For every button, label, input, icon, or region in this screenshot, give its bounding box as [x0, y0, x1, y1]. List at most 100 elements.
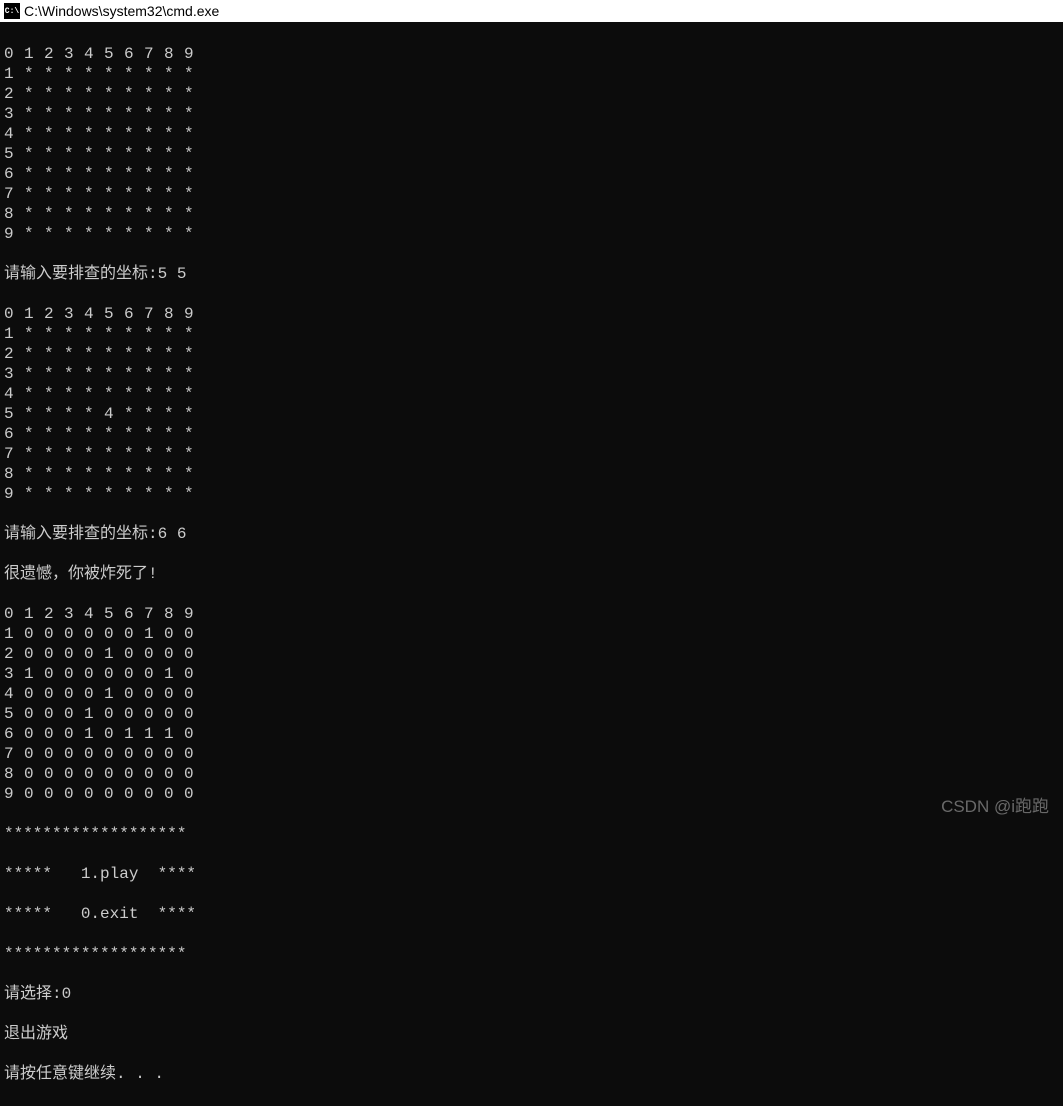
grid-cell: * — [124, 444, 144, 464]
grid-cell: 6 — [124, 44, 144, 64]
grid-cell: * — [104, 384, 124, 404]
grid-cell: 0 — [44, 684, 64, 704]
grid-cell: 0 — [24, 704, 44, 724]
grid-row: 2000010000 — [4, 644, 1059, 664]
grid-cell: * — [164, 364, 184, 384]
gameover-message: 很遗憾，你被炸死了! — [4, 564, 1059, 584]
grid-cell: 0 — [164, 744, 184, 764]
grid-cell: * — [124, 484, 144, 504]
grid-cell: * — [104, 144, 124, 164]
grid-cell: * — [164, 104, 184, 124]
grid-cell: 0 — [44, 724, 64, 744]
grid-cell: * — [124, 84, 144, 104]
grid-cell: * — [84, 404, 104, 424]
grid-cell: 0 — [184, 704, 204, 724]
grid-cell: * — [64, 384, 84, 404]
grid-cell: 0 — [44, 764, 64, 784]
grid-row: 8********* — [4, 464, 1059, 484]
grid-cell: * — [104, 464, 124, 484]
grid-cell: * — [124, 364, 144, 384]
grid-cell: 0 — [184, 664, 204, 684]
grid-row: 4********* — [4, 124, 1059, 144]
grid-cell: * — [104, 324, 124, 344]
grid-cell: 0 — [24, 724, 44, 744]
grid-cell: 0 — [104, 704, 124, 724]
grid-cell: * — [64, 224, 84, 244]
grid-cell: 8 — [4, 204, 24, 224]
grid-cell: 0 — [104, 764, 124, 784]
grid-row: 3********* — [4, 104, 1059, 124]
grid-cell: * — [64, 64, 84, 84]
grid-cell: 6 — [4, 424, 24, 444]
grid-row: 1********* — [4, 64, 1059, 84]
grid-cell: 0 — [24, 764, 44, 784]
grid-cell: * — [184, 324, 204, 344]
grid-cell: * — [104, 184, 124, 204]
grid-row: 7000000000 — [4, 744, 1059, 764]
grid-cell: * — [164, 344, 184, 364]
grid-cell: * — [104, 364, 124, 384]
grid-row: 7********* — [4, 184, 1059, 204]
grid-cell: 5 — [4, 704, 24, 724]
grid-cell: * — [164, 464, 184, 484]
grid-cell: 9 — [184, 44, 204, 64]
grid-cell: 0 — [164, 684, 184, 704]
cmd-icon: C:\ — [4, 3, 20, 19]
grid-cell: * — [84, 464, 104, 484]
grid-cell: * — [64, 124, 84, 144]
grid-cell: 0 — [124, 704, 144, 724]
grid-cell: * — [164, 164, 184, 184]
grid-cell: 2 — [44, 44, 64, 64]
grid-cell: * — [24, 364, 44, 384]
grid-cell: * — [104, 424, 124, 444]
grid-cell: 0 — [144, 784, 164, 804]
grid-cell: * — [64, 104, 84, 124]
grid-cell: * — [44, 384, 64, 404]
grid-cell: * — [164, 424, 184, 444]
grid-cell: * — [144, 84, 164, 104]
grid-cell: 7 — [144, 44, 164, 64]
grid-cell: * — [164, 224, 184, 244]
grid-cell: * — [84, 224, 104, 244]
coord-prompt-2: 请输入要排查的坐标:6 6 — [4, 524, 1059, 544]
grid-row: 3********* — [4, 364, 1059, 384]
grid-cell: 0 — [4, 304, 24, 324]
grid-cell: 0 — [184, 744, 204, 764]
grid-cell: * — [44, 104, 64, 124]
terminal-output[interactable]: 01234567891*********2*********3*********… — [0, 22, 1063, 1106]
grid-cell: * — [124, 104, 144, 124]
grid-cell: * — [124, 164, 144, 184]
grid-cell: * — [144, 224, 164, 244]
grid-cell: * — [84, 144, 104, 164]
grid-cell: 0 — [144, 644, 164, 664]
grid-cell: 0 — [64, 684, 84, 704]
window-titlebar[interactable]: C:\ C:\Windows\system32\cmd.exe — [0, 0, 1063, 22]
grid-cell: * — [84, 364, 104, 384]
grid-cell: 0 — [104, 784, 124, 804]
grid-cell: 0 — [84, 664, 104, 684]
grid-cell: * — [104, 484, 124, 504]
grid-cell: * — [24, 84, 44, 104]
grid-cell: 0 — [44, 784, 64, 804]
grid-cell: 5 — [4, 404, 24, 424]
window-title: C:\Windows\system32\cmd.exe — [24, 3, 219, 19]
grid-cell: 0 — [164, 784, 184, 804]
grid-cell: * — [64, 324, 84, 344]
grid-row: 1********* — [4, 324, 1059, 344]
grid-cell: 9 — [184, 604, 204, 624]
grid-cell: 6 — [4, 724, 24, 744]
grid-cell: 7 — [4, 184, 24, 204]
grid-cell: 0 — [4, 604, 24, 624]
grid-cell: 2 — [4, 644, 24, 664]
grid-cell: * — [164, 324, 184, 344]
grid-cell: * — [124, 64, 144, 84]
grid-cell: * — [24, 64, 44, 84]
grid-cell: 1 — [124, 724, 144, 744]
grid-cell: * — [84, 184, 104, 204]
grid-cell: * — [104, 124, 124, 144]
grid-cell: 1 — [4, 624, 24, 644]
grid-cell: 2 — [44, 304, 64, 324]
grid-cell: * — [64, 204, 84, 224]
grid-row: 6********* — [4, 164, 1059, 184]
grid-cell: * — [24, 224, 44, 244]
